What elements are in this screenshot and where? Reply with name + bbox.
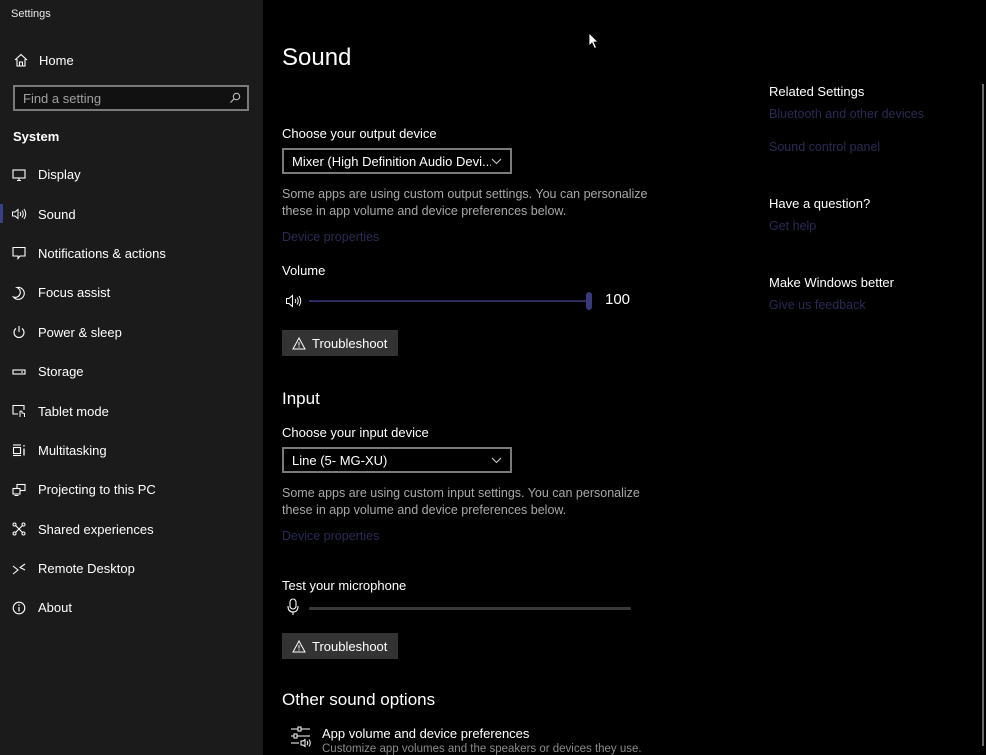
warning-icon [292, 336, 306, 350]
chevron-down-icon [491, 152, 502, 170]
volume-slider-thumb[interactable] [586, 292, 592, 310]
app-volume-preferences-link[interactable]: App volume and device preferences Custom… [290, 726, 642, 755]
sidebar: Settings Home System Display Sound Notif… [0, 0, 263, 755]
app-volume-description: Customize app volumes and the speakers o… [322, 743, 642, 755]
sidebar-item-label: Projecting to this PC [38, 482, 156, 498]
remote-desktop-icon [11, 561, 27, 577]
sidebar-item-remote-desktop[interactable]: Remote Desktop [0, 549, 263, 588]
sidebar-item-projecting[interactable]: Projecting to this PC [0, 470, 263, 509]
microphone-icon [287, 598, 299, 621]
input-device-value: Line (5- MG-XU) [292, 452, 388, 468]
sidebar-item-label: Remote Desktop [38, 561, 135, 577]
mouse-cursor-icon [588, 32, 600, 55]
sidebar-item-focus-assist[interactable]: Focus assist [0, 273, 263, 312]
sidebar-item-power-sleep[interactable]: Power & sleep [0, 313, 263, 352]
related-settings-heading: Related Settings [769, 84, 865, 99]
app-title: Settings [11, 8, 51, 20]
projecting-icon [11, 482, 27, 498]
test-microphone-label: Test your microphone [282, 578, 407, 593]
input-device-dropdown[interactable]: Line (5- MG-XU) [282, 447, 512, 473]
output-device-dropdown[interactable]: Mixer (High Definition Audio Devi... [282, 148, 512, 174]
input-description: Some apps are using custom input setting… [282, 486, 640, 517]
output-device-label: Choose your output device [282, 126, 437, 141]
troubleshoot-label: Troubleshoot [312, 638, 388, 654]
search-input[interactable] [15, 90, 225, 106]
tablet-mode-icon [11, 403, 27, 419]
output-troubleshoot-button[interactable]: Troubleshoot [282, 330, 399, 356]
input-troubleshoot-button[interactable]: Troubleshoot [282, 633, 399, 659]
input-device-label: Choose your input device [282, 425, 429, 440]
speaker-icon[interactable] [285, 293, 303, 314]
sidebar-nav: Display Sound Notifications & actions Fo… [0, 155, 263, 628]
app-volume-title: App volume and device preferences [322, 726, 530, 741]
notification-icon [11, 245, 27, 261]
speaker-icon [11, 206, 27, 222]
output-device-value: Mixer (High Definition Audio Devi... [292, 153, 491, 169]
app-volume-mixer-icon [290, 726, 314, 750]
input-heading: Input [282, 389, 320, 408]
multitasking-icon [11, 442, 27, 458]
input-device-properties-link[interactable]: Device properties [282, 529, 379, 543]
power-icon [11, 324, 27, 340]
sidebar-item-storage[interactable]: Storage [0, 352, 263, 391]
moon-icon [11, 285, 27, 301]
sidebar-item-label: Storage [38, 364, 84, 380]
have-question-heading: Have a question? [769, 196, 871, 211]
output-description: Some apps are using custom output settin… [282, 187, 648, 218]
monitor-icon [11, 167, 27, 183]
sidebar-item-sound[interactable]: Sound [0, 194, 263, 233]
sidebar-item-shared-experiences[interactable]: Shared experiences [0, 510, 263, 549]
volume-slider-track[interactable] [309, 292, 592, 310]
sidebar-item-label: About [38, 600, 72, 616]
sidebar-item-tablet-mode[interactable]: Tablet mode [0, 391, 263, 430]
sidebar-item-label: Tablet mode [38, 403, 109, 419]
shared-experiences-icon [11, 521, 27, 537]
page-title: Sound [282, 44, 352, 71]
home-nav-item[interactable]: Home [0, 46, 263, 74]
sidebar-item-label: Display [38, 167, 81, 183]
sound-control-panel-link[interactable]: Sound control panel [769, 140, 880, 154]
sidebar-item-display[interactable]: Display [0, 155, 263, 194]
sidebar-item-label: Sound [38, 206, 76, 222]
get-help-link[interactable]: Get help [769, 219, 816, 233]
sidebar-item-label: Notifications & actions [38, 245, 166, 261]
troubleshoot-label: Troubleshoot [312, 335, 388, 351]
sidebar-item-about[interactable]: About [0, 588, 263, 627]
other-sound-options-heading: Other sound options [282, 690, 436, 709]
output-device-properties-link[interactable]: Device properties [282, 230, 379, 244]
warning-icon [292, 639, 306, 653]
info-icon [11, 600, 27, 616]
volume-label: Volume [282, 263, 326, 278]
scrollbar[interactable] [982, 84, 984, 746]
sidebar-item-label: Power & sleep [38, 324, 122, 340]
bluetooth-devices-link[interactable]: Bluetooth and other devices [769, 107, 924, 121]
sidebar-item-label: Multitasking [38, 442, 107, 458]
microphone-level-bar [309, 607, 631, 610]
volume-value: 100 [605, 291, 631, 308]
sidebar-item-label: Focus assist [38, 285, 111, 301]
give-feedback-link[interactable]: Give us feedback [769, 298, 866, 312]
home-label: Home [39, 52, 74, 68]
search-icon[interactable] [225, 92, 245, 104]
chevron-down-icon [491, 451, 502, 469]
system-section-heading: System [13, 129, 60, 144]
sidebar-item-notifications[interactable]: Notifications & actions [0, 234, 263, 273]
search-box[interactable] [13, 85, 249, 111]
volume-control: 100 [285, 290, 645, 312]
make-windows-better-heading: Make Windows better [769, 275, 894, 290]
storage-icon [11, 364, 27, 380]
microphone-level-meter [287, 598, 637, 618]
sidebar-item-multitasking[interactable]: Multitasking [0, 431, 263, 470]
home-icon [13, 52, 29, 68]
sidebar-item-label: Shared experiences [38, 521, 154, 537]
